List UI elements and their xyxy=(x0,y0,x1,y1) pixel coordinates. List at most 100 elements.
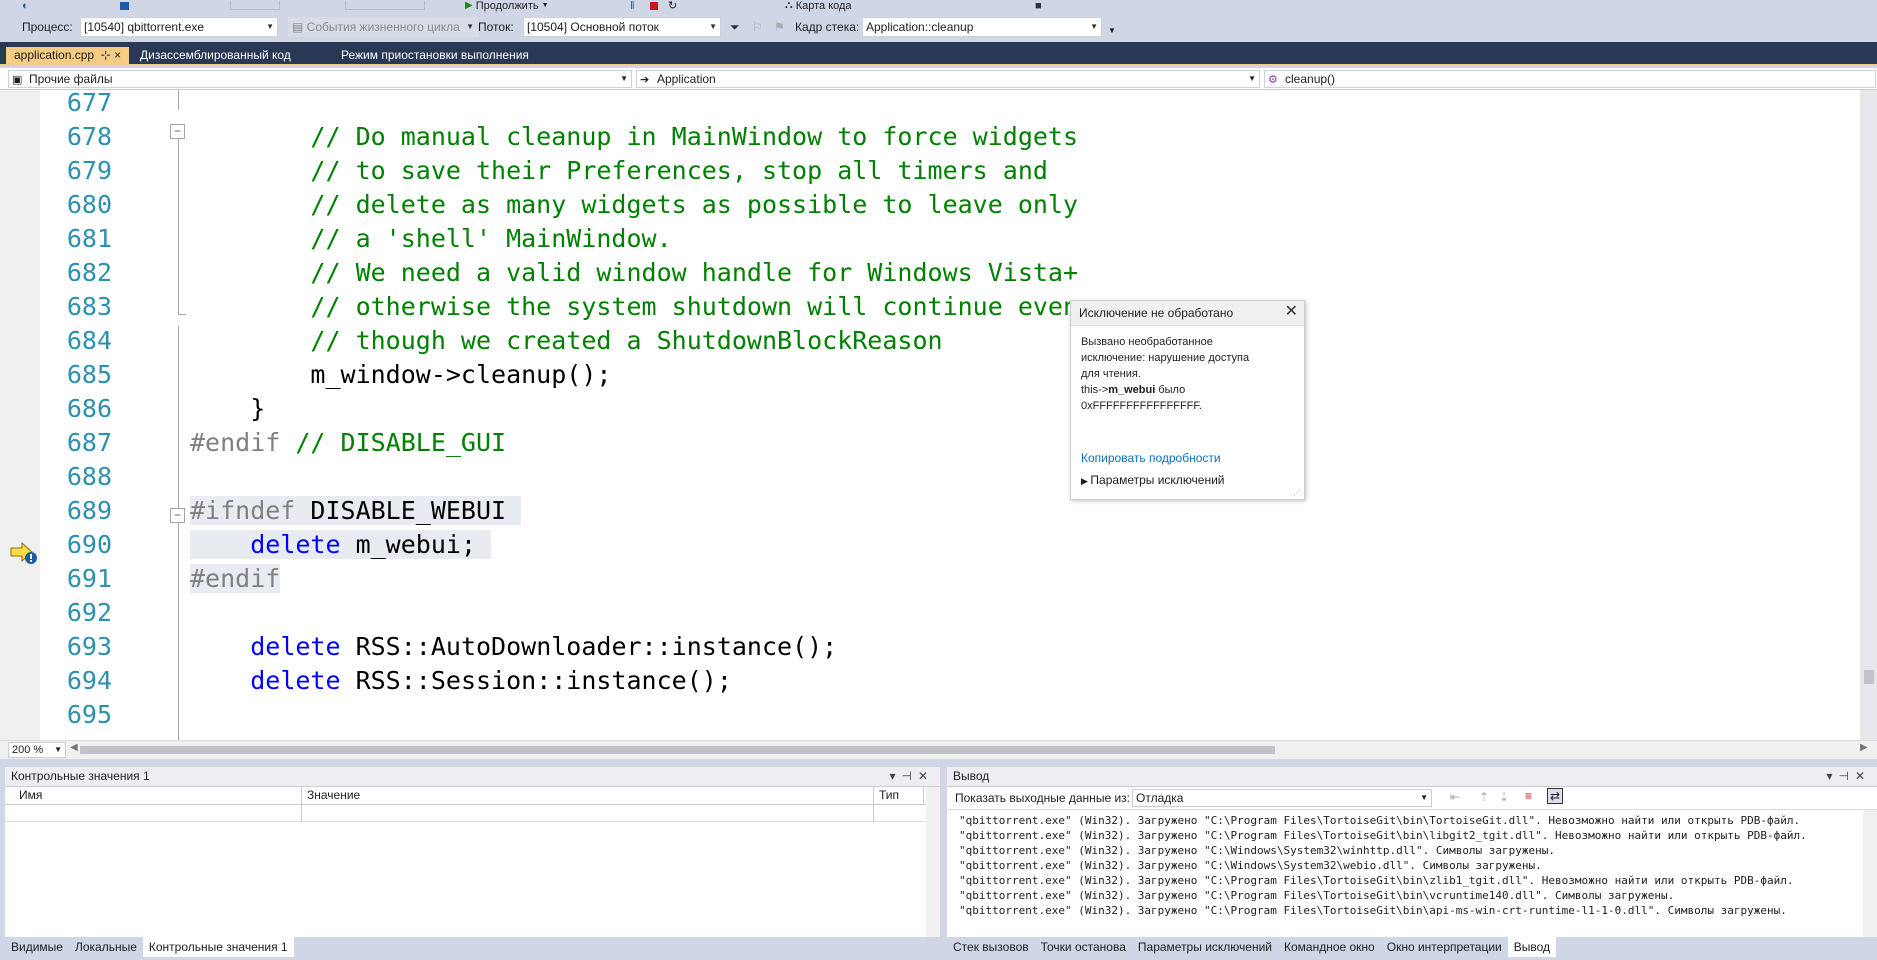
current-statement-exception-icon xyxy=(10,541,37,564)
code-line[interactable]: // a 'shell' MainWindow. xyxy=(190,222,671,256)
collapse-icon[interactable]: − xyxy=(170,124,185,139)
restart-button[interactable]: ↻ xyxy=(668,0,677,12)
output-source-combo[interactable]: Отладка ▼ xyxy=(1132,789,1432,807)
pin-icon[interactable]: ⊹ × xyxy=(101,48,121,62)
tool-tab[interactable]: Окно интерпретации xyxy=(1381,937,1508,957)
caret-right-icon: ▶ xyxy=(1081,476,1091,486)
output-line: "qbittorrent.exe" (Win32). Загружено "C:… xyxy=(959,859,1542,872)
process-combo[interactable]: [10540] qbittorrent.exe ▼ xyxy=(80,17,278,37)
tab-disassembly[interactable]: Дизассемблированный код xyxy=(132,47,299,64)
code-line[interactable]: // delete as many widgets as possible to… xyxy=(190,188,1078,222)
code-line[interactable]: #ifndef DISABLE_WEBUI xyxy=(190,494,522,528)
member-combo[interactable]: ⚙ cleanup() xyxy=(1264,70,1876,88)
panel-controls[interactable]: ▾⊣✕ xyxy=(1826,767,1871,786)
code-token: // though we created a ShutdownBlockReas… xyxy=(190,326,943,355)
next-message-icon[interactable]: ⇣ xyxy=(1499,790,1509,804)
copy-details-link[interactable]: Копировать подробности xyxy=(1081,451,1221,465)
scope-combo[interactable]: ➔ Application ▼ xyxy=(636,70,1260,88)
code-line[interactable]: m_window->cleanup(); xyxy=(190,358,611,392)
platform-combo[interactable] xyxy=(345,0,425,11)
codemap-button[interactable]: ⛬ Карта кода xyxy=(785,0,852,12)
resize-grip-icon[interactable]: ⋰ xyxy=(1293,488,1301,497)
flag-thread-icon[interactable]: ⚐ xyxy=(752,20,763,34)
pause-button[interactable]: ‖ xyxy=(630,0,635,12)
tool-tab[interactable]: Стек вызовов xyxy=(947,937,1035,957)
lifecycle-events-button[interactable]: ▤ События жизненного цикла ▼ xyxy=(288,17,478,37)
collapse-icon[interactable]: − xyxy=(170,508,185,523)
panel-controls[interactable]: ▾⊣✕ xyxy=(889,767,934,786)
prev-message-icon[interactable]: ⇡ xyxy=(1479,790,1489,804)
find-message-icon[interactable]: ⇤ xyxy=(1450,790,1460,804)
thread-combo[interactable]: [10504] Основной поток ▼ xyxy=(523,17,721,37)
code-text[interactable]: // Do manual cleanup in MainWindow to fo… xyxy=(190,90,1840,740)
tool-tab[interactable]: Видимые xyxy=(5,937,69,957)
tab-application-cpp[interactable]: application.cpp ⊹ × xyxy=(6,47,130,64)
close-icon[interactable]: ✕ xyxy=(918,769,934,783)
glyph-margin[interactable] xyxy=(0,90,40,740)
scroll-thumb[interactable] xyxy=(1864,670,1874,684)
save-all-button[interactable] xyxy=(120,0,129,11)
code-line[interactable]: delete RSS::Session::instance(); xyxy=(190,664,732,698)
output-line: "qbittorrent.exe" (Win32). Загружено "C:… xyxy=(959,814,1801,827)
close-icon[interactable]: ✕ xyxy=(1855,769,1871,783)
output-vertical-scrollbar[interactable] xyxy=(1863,810,1877,937)
chevron-down-icon[interactable]: ▾ xyxy=(889,769,901,783)
code-line[interactable]: // to save their Preferences, stop all t… xyxy=(190,154,1048,188)
continue-button[interactable]: ▶ Продолжить ▼ xyxy=(465,0,549,12)
pin-icon[interactable]: ⊣ xyxy=(1838,769,1854,783)
code-line[interactable]: } xyxy=(190,392,265,426)
bookmark-button[interactable]: ■ xyxy=(1035,0,1042,12)
pin-icon[interactable]: ⊣ xyxy=(901,769,917,783)
col-name[interactable]: Имя xyxy=(19,788,42,802)
stackframe-combo[interactable]: Application::cleanup ▼ xyxy=(862,17,1102,37)
exception-settings-expander[interactable]: ▶ Параметры исключений xyxy=(1081,473,1225,487)
watch-vertical-scrollbar[interactable] xyxy=(926,787,940,937)
code-line[interactable]: delete m_webui; xyxy=(190,528,492,562)
tool-tab[interactable]: Контрольные значения 1 xyxy=(142,937,294,957)
line-number: 693 xyxy=(66,632,112,661)
chevron-down-icon: ▼ xyxy=(620,74,628,83)
flag-all-icon[interactable]: ⚑ xyxy=(774,20,785,34)
col-value[interactable]: Значение xyxy=(307,788,360,802)
tool-tab[interactable]: Точки останова xyxy=(1035,937,1132,957)
close-icon[interactable]: ✕ xyxy=(1285,304,1298,320)
code-line[interactable]: // We need a valid window handle for Win… xyxy=(190,256,1078,290)
scroll-left-icon[interactable]: ◀ xyxy=(70,742,78,753)
filter-icon[interactable]: ⏷ xyxy=(730,20,740,35)
output-text[interactable]: "qbittorrent.exe" (Win32). Загружено "C:… xyxy=(947,810,1877,921)
back-icon: ◐ xyxy=(22,0,29,12)
zoom-combo[interactable]: 200 % ▼ xyxy=(8,742,66,758)
watch-columns: Имя Значение Тип xyxy=(5,787,940,805)
scroll-right-icon[interactable]: ▶ xyxy=(1860,742,1868,753)
back-button[interactable]: ◐ xyxy=(22,0,29,12)
code-line[interactable]: // otherwise the system shutdown will co… xyxy=(190,290,1078,324)
watch-panel-header: Контрольные значения 1 ▾⊣✕ xyxy=(5,767,940,787)
code-line[interactable]: #endif // DISABLE_GUI xyxy=(190,426,506,460)
code-token: delete xyxy=(250,632,341,661)
code-editor[interactable]: 677 678 679 680 681 682 683 684 685 686 687 688 689 6… xyxy=(0,90,1877,740)
toolbar-overflow-icon[interactable]: ▼ xyxy=(1108,26,1116,35)
project-combo[interactable]: ▣ Прочие файлы ▼ xyxy=(8,70,632,88)
vertical-scrollbar[interactable] xyxy=(1860,90,1877,740)
code-line[interactable]: delete RSS::AutoDownloader::instance(); xyxy=(190,630,837,664)
word-wrap-icon[interactable]: ⇄ xyxy=(1547,788,1564,804)
tool-tab[interactable]: Командное окно xyxy=(1278,937,1381,957)
code-token: // We need a valid window handle for Win… xyxy=(190,258,1079,287)
tool-tab[interactable]: Вывод xyxy=(1507,937,1557,957)
code-line[interactable]: // Do manual cleanup in MainWindow to fo… xyxy=(190,120,1078,154)
exception-title: Исключение не обработано xyxy=(1079,306,1234,320)
clear-all-icon[interactable]: ≡ xyxy=(1525,789,1532,803)
tab-break-mode[interactable]: Режим приостановки выполнения xyxy=(333,47,537,64)
tool-tab[interactable]: Локальные xyxy=(69,937,143,957)
line-number: 678 xyxy=(66,122,112,151)
code-line[interactable]: #endif xyxy=(190,562,281,596)
chevron-down-icon[interactable]: ▾ xyxy=(1826,769,1838,783)
tool-tab[interactable]: Параметры исключений xyxy=(1132,937,1278,957)
code-line[interactable]: // though we created a ShutdownBlockReas… xyxy=(190,324,943,358)
watch-empty-row[interactable] xyxy=(5,805,940,822)
chevron-down-icon: ▼ xyxy=(266,22,274,31)
horizontal-scroll-thumb[interactable] xyxy=(80,746,1275,754)
stop-button[interactable] xyxy=(650,0,658,11)
config-combo[interactable] xyxy=(230,0,280,11)
col-type[interactable]: Тип xyxy=(879,788,899,802)
